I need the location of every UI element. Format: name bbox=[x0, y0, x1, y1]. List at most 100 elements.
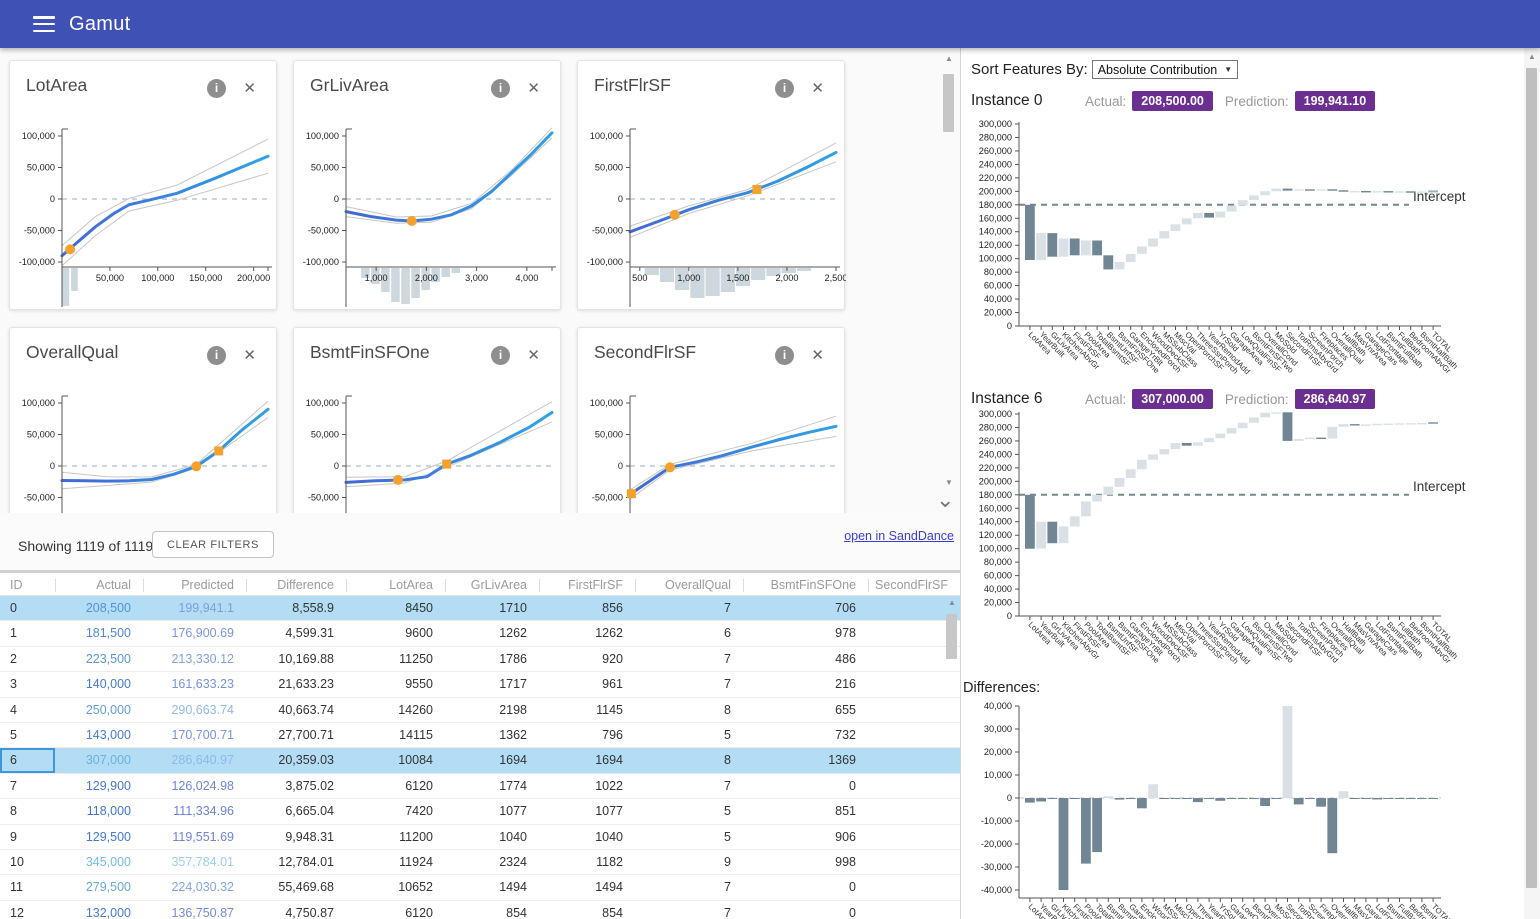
cell-Predicted[interactable]: 161,633.23 bbox=[143, 672, 246, 696]
column-header-ID[interactable]: ID bbox=[0, 573, 55, 595]
cell-Predicted[interactable]: 170,700.71 bbox=[143, 723, 246, 747]
cell-GrLivArea[interactable]: 2324 bbox=[445, 850, 539, 874]
cell-Actual[interactable]: 140,000 bbox=[55, 672, 143, 696]
table-row-0[interactable]: 0208,500199,941.18,558.9845017108567706 bbox=[0, 596, 960, 621]
cell-BsmtFinSFOne[interactable]: 998 bbox=[743, 850, 868, 874]
cell-Actual[interactable]: 307,000 bbox=[55, 748, 143, 772]
cell-GrLivArea[interactable]: 854 bbox=[445, 901, 539, 919]
cell-Actual[interactable]: 118,000 bbox=[55, 799, 143, 823]
cell-Actual[interactable]: 143,000 bbox=[55, 723, 143, 747]
cell-FirstFlrSF[interactable]: 1262 bbox=[539, 621, 635, 645]
table-row-2[interactable]: 2223,500213,330.1210,169.881125017869207… bbox=[0, 647, 960, 672]
cell-BsmtFinSFOne[interactable]: 216 bbox=[743, 672, 868, 696]
cell-Difference[interactable]: 3,875.02 bbox=[246, 774, 346, 798]
close-icon[interactable]: ✕ bbox=[243, 79, 256, 97]
cell-OverallQual[interactable]: 6 bbox=[635, 621, 743, 645]
cell-ID[interactable]: 5 bbox=[0, 723, 55, 747]
cell-GrLivArea[interactable]: 1710 bbox=[445, 596, 539, 620]
cell-ID[interactable]: 10 bbox=[0, 850, 55, 874]
column-header-SecondFlrSF[interactable]: SecondFlrSF bbox=[868, 573, 960, 595]
cell-LotArea[interactable]: 11250 bbox=[346, 647, 445, 671]
cell-Difference[interactable]: 4,750.87 bbox=[246, 901, 346, 919]
charts-scrollbar-thumb[interactable] bbox=[943, 74, 954, 132]
cell-GrLivArea[interactable]: 1774 bbox=[445, 774, 539, 798]
cell-OverallQual[interactable]: 5 bbox=[635, 825, 743, 849]
cell-OverallQual[interactable]: 5 bbox=[635, 799, 743, 823]
menu-icon[interactable] bbox=[33, 16, 55, 32]
cell-LotArea[interactable]: 9600 bbox=[346, 621, 445, 645]
cell-Predicted[interactable]: 176,900.69 bbox=[143, 621, 246, 645]
cell-ID[interactable]: 12 bbox=[0, 901, 55, 919]
cell-OverallQual[interactable]: 7 bbox=[635, 647, 743, 671]
cell-GrLivArea[interactable]: 1040 bbox=[445, 825, 539, 849]
close-icon[interactable]: ✕ bbox=[527, 79, 540, 97]
cell-Predicted[interactable]: 224,030.32 bbox=[143, 875, 246, 899]
cell-Difference[interactable]: 4,599.31 bbox=[246, 621, 346, 645]
cell-Difference[interactable]: 20,359.03 bbox=[246, 748, 346, 772]
info-icon[interactable]: i bbox=[491, 346, 510, 365]
cell-Difference[interactable]: 12,784.01 bbox=[246, 850, 346, 874]
cell-Predicted[interactable]: 126,024.98 bbox=[143, 774, 246, 798]
cell-Actual[interactable]: 129,500 bbox=[55, 825, 143, 849]
table-scrollbar[interactable]: ▲ bbox=[944, 596, 960, 919]
instance-marker-circle[interactable] bbox=[65, 244, 75, 254]
cell-OverallQual[interactable]: 8 bbox=[635, 748, 743, 772]
cell-OverallQual[interactable]: 7 bbox=[635, 596, 743, 620]
table-row-12[interactable]: 12132,000136,750.874,750.87612085485470 bbox=[0, 901, 960, 919]
table-row-9[interactable]: 9129,500119,551.699,948.3111200104010405… bbox=[0, 825, 960, 850]
scroll-down-icon[interactable]: ▼ bbox=[941, 478, 957, 487]
cell-GrLivArea[interactable]: 1694 bbox=[445, 748, 539, 772]
cell-BsmtFinSFOne[interactable]: 0 bbox=[743, 875, 868, 899]
cell-FirstFlrSF[interactable]: 856 bbox=[539, 596, 635, 620]
cell-BsmtFinSFOne[interactable]: 1369 bbox=[743, 748, 868, 772]
table-row-7[interactable]: 7129,900126,024.983,875.0261201774102270 bbox=[0, 774, 960, 799]
cell-Difference[interactable]: 21,633.23 bbox=[246, 672, 346, 696]
scroll-up-icon[interactable]: ▲ bbox=[941, 54, 957, 63]
cell-FirstFlrSF[interactable]: 796 bbox=[539, 723, 635, 747]
instance-marker-circle[interactable] bbox=[191, 461, 201, 471]
cell-Actual[interactable]: 208,500 bbox=[55, 596, 143, 620]
charts-scrollbar[interactable]: ▲ ▼ bbox=[941, 48, 957, 513]
instance-marker-circle[interactable] bbox=[670, 210, 680, 220]
cell-Predicted[interactable]: 199,941.1 bbox=[143, 596, 246, 620]
cell-LotArea[interactable]: 10084 bbox=[346, 748, 445, 772]
cell-LotArea[interactable]: 6120 bbox=[346, 774, 445, 798]
right-scrollbar[interactable]: ▲ bbox=[1524, 48, 1540, 919]
column-header-FirstFlrSF[interactable]: FirstFlrSF bbox=[539, 573, 635, 595]
info-icon[interactable]: i bbox=[491, 79, 510, 98]
instance-marker-circle[interactable] bbox=[393, 475, 403, 485]
column-header-Predicted[interactable]: Predicted bbox=[143, 573, 246, 595]
cell-ID[interactable]: 0 bbox=[0, 596, 55, 620]
instance-marker-square[interactable] bbox=[214, 446, 223, 455]
info-icon[interactable]: i bbox=[775, 79, 794, 98]
cell-GrLivArea[interactable]: 1077 bbox=[445, 799, 539, 823]
cell-ID[interactable]: 7 bbox=[0, 774, 55, 798]
sort-features-select[interactable]: Absolute Contribution ▼ bbox=[1092, 60, 1238, 79]
cell-ID[interactable]: 3 bbox=[0, 672, 55, 696]
table-row-10[interactable]: 10345,000357,784.0112,784.01119242324118… bbox=[0, 850, 960, 875]
clear-filters-button[interactable]: CLEAR FILTERS bbox=[152, 531, 274, 558]
table-row-3[interactable]: 3140,000161,633.2321,633.239550171796172… bbox=[0, 672, 960, 697]
cell-ID[interactable]: 1 bbox=[0, 621, 55, 645]
cell-LotArea[interactable]: 11924 bbox=[346, 850, 445, 874]
cell-FirstFlrSF[interactable]: 1494 bbox=[539, 875, 635, 899]
cell-Predicted[interactable]: 290,663.74 bbox=[143, 698, 246, 722]
column-header-Difference[interactable]: Difference bbox=[246, 573, 346, 595]
table-row-6[interactable]: 6307,000286,640.9720,359.031008416941694… bbox=[0, 748, 960, 773]
close-icon[interactable]: ✕ bbox=[811, 346, 824, 364]
column-header-Actual[interactable]: Actual bbox=[55, 573, 143, 595]
cell-ID[interactable]: 8 bbox=[0, 799, 55, 823]
cell-ID[interactable]: 6 bbox=[0, 748, 55, 772]
cell-BsmtFinSFOne[interactable]: 851 bbox=[743, 799, 868, 823]
cell-Difference[interactable]: 9,948.31 bbox=[246, 825, 346, 849]
column-header-BsmtFinSFOne[interactable]: BsmtFinSFOne bbox=[743, 573, 868, 595]
cell-GrLivArea[interactable]: 1362 bbox=[445, 723, 539, 747]
cell-OverallQual[interactable]: 7 bbox=[635, 774, 743, 798]
cell-ID[interactable]: 9 bbox=[0, 825, 55, 849]
cell-FirstFlrSF[interactable]: 1182 bbox=[539, 850, 635, 874]
cell-FirstFlrSF[interactable]: 1040 bbox=[539, 825, 635, 849]
cell-Predicted[interactable]: 111,334.96 bbox=[143, 799, 246, 823]
table-row-11[interactable]: 11279,500224,030.3255,469.68106521494149… bbox=[0, 875, 960, 900]
instance-marker-circle[interactable] bbox=[407, 216, 417, 226]
chevron-down-icon[interactable]: ⌄ bbox=[936, 490, 954, 510]
